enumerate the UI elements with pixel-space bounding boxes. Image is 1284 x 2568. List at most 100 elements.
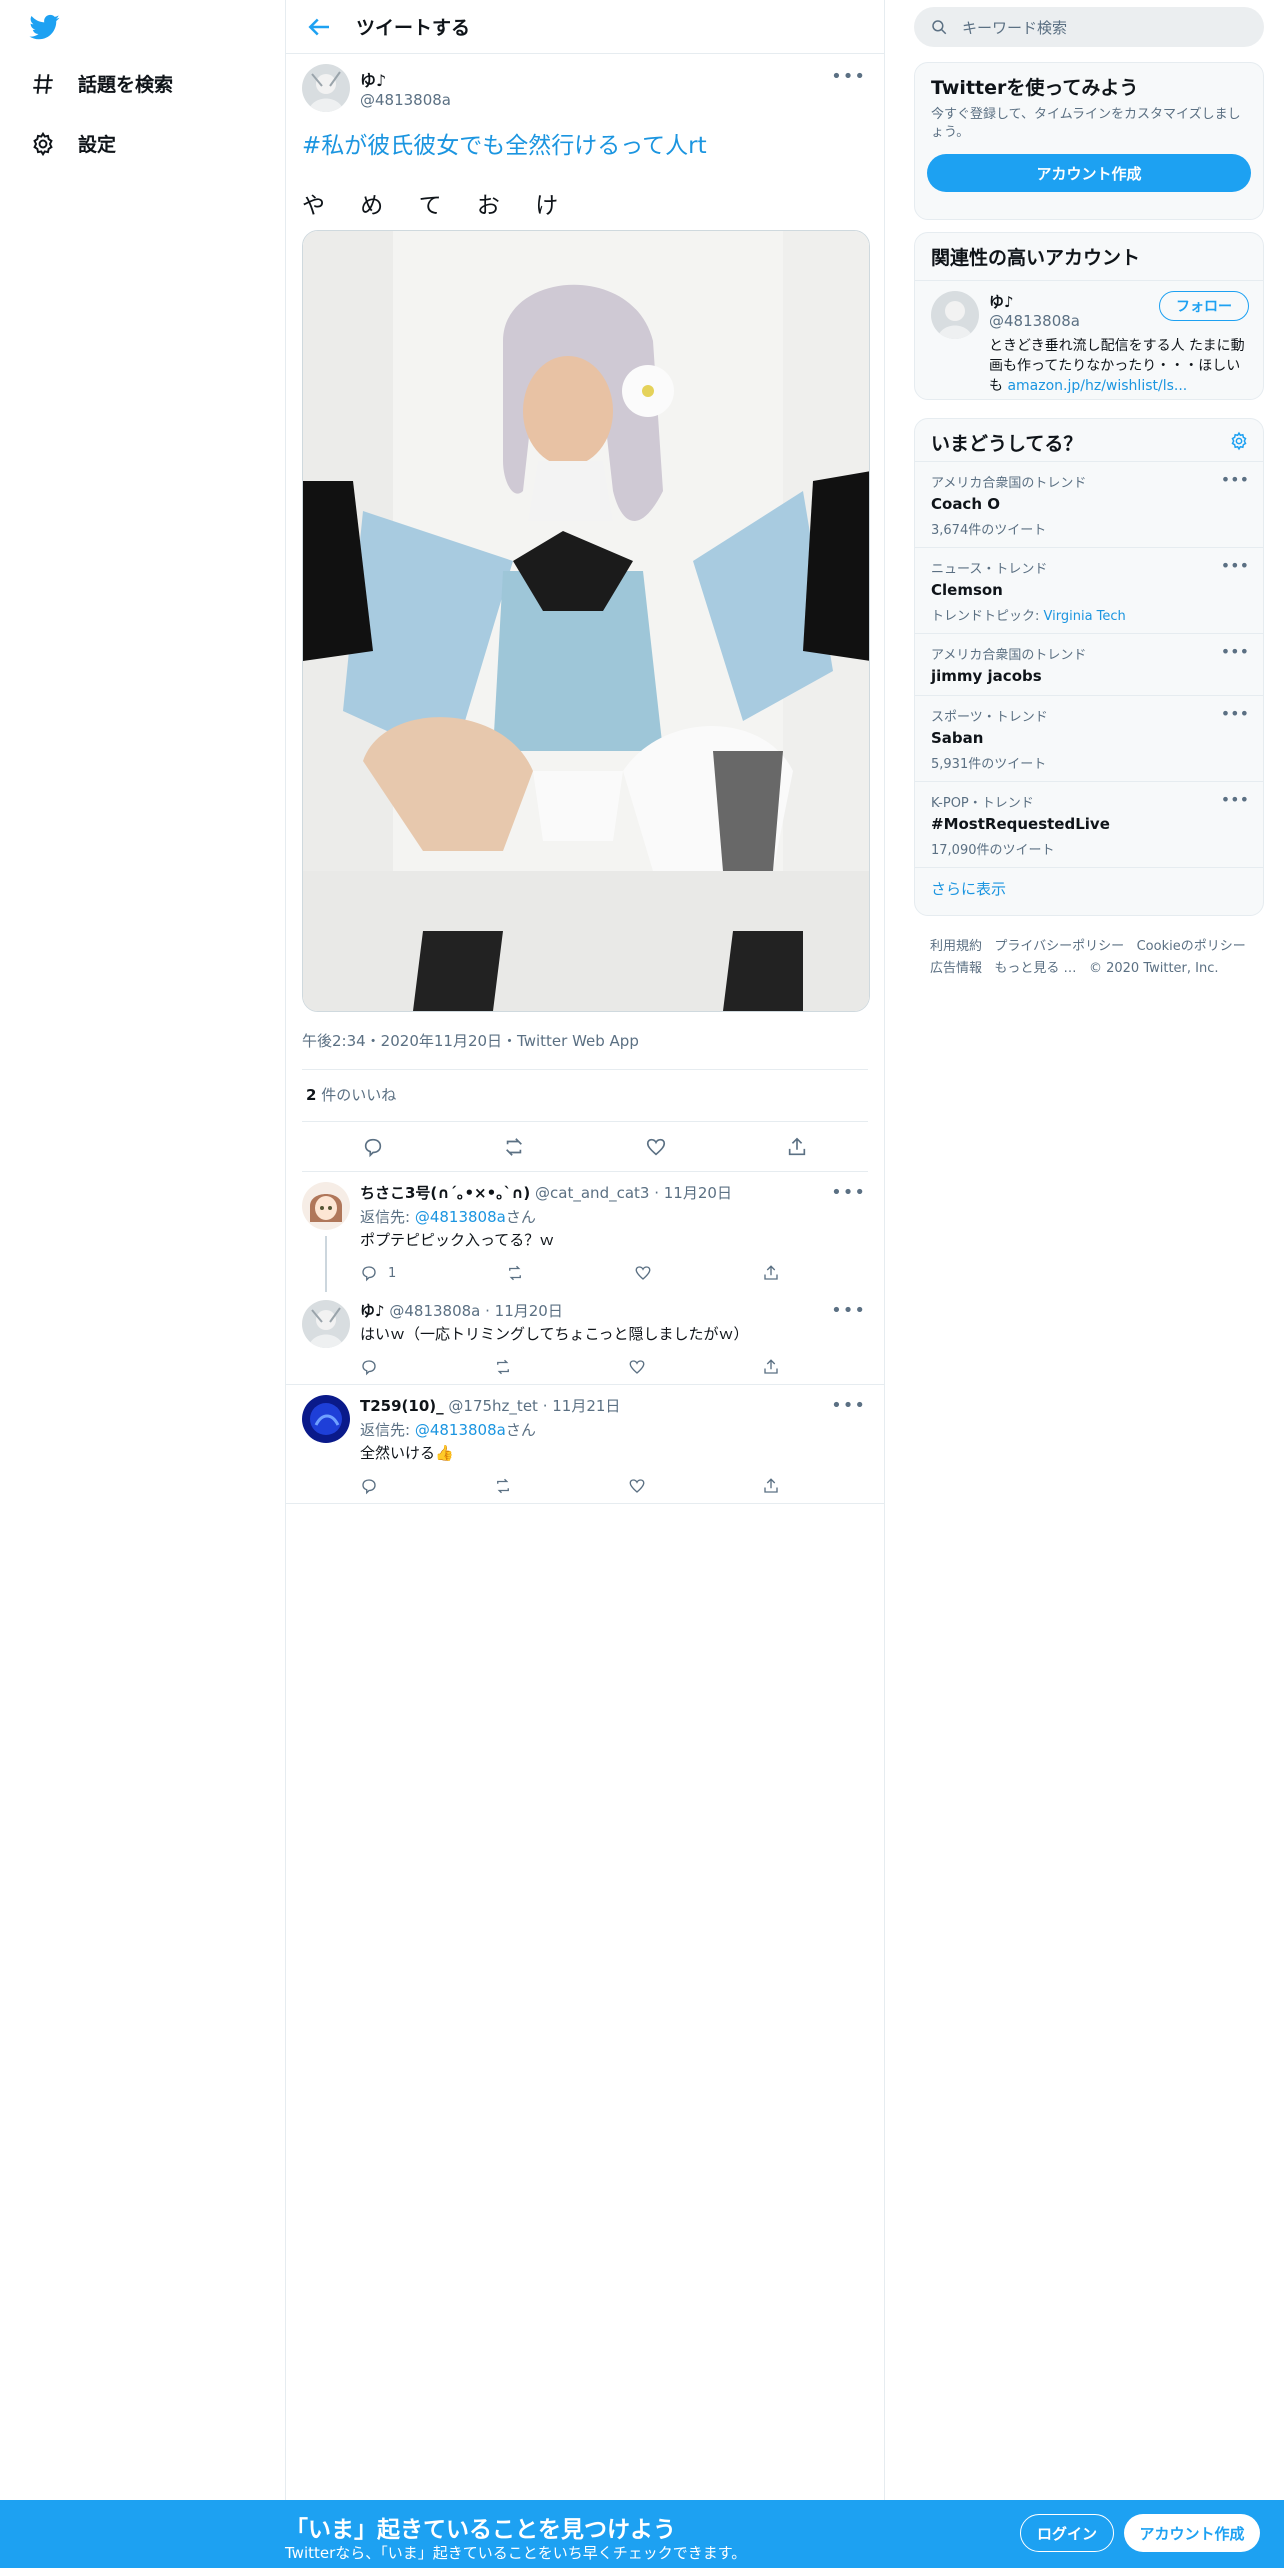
trend-meta-link[interactable]: Virginia Tech bbox=[1044, 609, 1126, 624]
create-account-button[interactable]: アカウント作成 bbox=[927, 154, 1251, 192]
trend-item[interactable]: アメリカ合衆国のトレンド jimmy jacobs ••• bbox=[915, 633, 1263, 695]
signup-card-subtitle: 今すぐ登録して、タイムラインをカスタマイズしましょう。 bbox=[931, 107, 1241, 140]
bottom-bar-title: 「いま」起きていることを見つけよう bbox=[285, 2517, 676, 2543]
share-icon[interactable] bbox=[786, 1136, 808, 1158]
retweet-button[interactable] bbox=[494, 1477, 512, 1495]
trend-item[interactable]: スポーツ・トレンド Saban 5,931件のツイート ••• bbox=[915, 695, 1263, 781]
tweet-hashtag[interactable]: #私が彼氏彼女でも全然行けるって人rt bbox=[302, 126, 868, 160]
trend-name: #MostRequestedLive bbox=[931, 815, 1110, 833]
gear-icon[interactable] bbox=[1229, 431, 1249, 451]
related-bio-link[interactable]: amazon.jp/hz/wishlist/ls... bbox=[1007, 378, 1187, 394]
like-icon[interactable] bbox=[645, 1136, 667, 1158]
avatar[interactable] bbox=[302, 1395, 350, 1443]
trend-meta-prefix: トレンドトピック: bbox=[931, 609, 1044, 624]
footer-link[interactable]: 広告情報 bbox=[930, 961, 982, 976]
likes-count[interactable]: 2 件のいいね bbox=[302, 1070, 868, 1122]
nav-settings[interactable]: 設定 bbox=[30, 130, 116, 157]
tweet-meta: 午後2:34・2020年11月20日・Twitter Web App bbox=[302, 1030, 868, 1070]
trend-category: アメリカ合衆国のトレンド bbox=[931, 648, 1087, 663]
trend-name: jimmy jacobs bbox=[931, 667, 1042, 685]
reply-button[interactable]: 1 bbox=[360, 1264, 396, 1282]
share-icon bbox=[764, 1478, 778, 1493]
footer-link[interactable]: もっと見る … bbox=[994, 961, 1076, 976]
reply-to-link[interactable]: @4813808a bbox=[415, 1208, 506, 1226]
reply-button[interactable] bbox=[360, 1358, 378, 1376]
reply-to-prefix: 返信先: bbox=[360, 1421, 415, 1439]
related-account[interactable]: ゆ♪ @4813808a ときどき垂れ流し配信をする人 たまに動画も作ってたりな… bbox=[915, 281, 1263, 399]
avatar[interactable] bbox=[931, 291, 979, 339]
reply-tweet[interactable]: ちさこ3号(∩´｡•×•｡`∩) @cat_and_cat3 · 11月20日 … bbox=[286, 1172, 884, 1292]
reply-author-handle[interactable]: @4813808a bbox=[389, 1302, 480, 1320]
trend-name: Clemson bbox=[931, 581, 1003, 599]
footer-links: 利用規約 プライバシーポリシー Cookieのポリシー 広告情報 もっと見る …… bbox=[930, 936, 1260, 980]
reply-button[interactable] bbox=[360, 1477, 378, 1495]
back-arrow-icon[interactable] bbox=[304, 12, 334, 42]
trend-category: K-POP・トレンド bbox=[931, 796, 1034, 811]
hashtag-icon bbox=[33, 73, 53, 94]
more-icon[interactable]: ••• bbox=[831, 1182, 866, 1203]
more-icon[interactable]: ••• bbox=[1221, 704, 1249, 723]
reply-icon[interactable] bbox=[362, 1136, 384, 1158]
reply-header: ゆ♪ @4813808a · 11月20日 bbox=[360, 1302, 563, 1320]
trend-item[interactable]: ニュース・トレンド Clemson トレンドトピック: Virginia Tec… bbox=[915, 547, 1263, 633]
footer-link[interactable]: 利用規約 bbox=[930, 939, 982, 954]
reply-date[interactable]: 11月20日 bbox=[664, 1184, 732, 1202]
retweet-button[interactable] bbox=[494, 1358, 512, 1376]
trend-meta: 17,090件のツイート bbox=[931, 843, 1055, 858]
more-icon[interactable]: ••• bbox=[831, 66, 866, 87]
bottom-bar-subtitle: Twitterなら、「いま」起きていることをいち早くチェックできます。 bbox=[285, 2544, 747, 2562]
author-name[interactable]: ゆ♪ bbox=[360, 67, 451, 91]
more-icon[interactable]: ••• bbox=[1221, 790, 1249, 809]
search-input[interactable]: キーワード検索 bbox=[914, 7, 1264, 47]
avatar[interactable] bbox=[302, 1300, 350, 1348]
tweet-author: ゆ♪ @4813808a ••• bbox=[302, 54, 868, 112]
more-icon[interactable]: ••• bbox=[831, 1300, 866, 1321]
retweet-icon[interactable] bbox=[503, 1136, 525, 1158]
share-button[interactable] bbox=[762, 1358, 780, 1376]
reply-tweet[interactable]: ゆ♪ @4813808a · 11月20日 ••• はいｗ（一応トリミングしてち… bbox=[286, 1290, 884, 1385]
signup-button[interactable]: アカウント作成 bbox=[1124, 2514, 1260, 2552]
reply-author-handle[interactable]: @cat_and_cat3 bbox=[535, 1184, 649, 1202]
reply-date[interactable]: 11月20日 bbox=[495, 1302, 563, 1320]
footer-link[interactable]: Cookieのポリシー bbox=[1137, 939, 1246, 954]
reply-author-handle[interactable]: @175hz_tet bbox=[448, 1397, 538, 1415]
login-button[interactable]: ログイン bbox=[1020, 2514, 1114, 2552]
tweet-photo[interactable] bbox=[302, 230, 870, 1012]
share-icon bbox=[764, 1265, 778, 1280]
retweet-button[interactable] bbox=[506, 1264, 524, 1282]
more-icon[interactable]: ••• bbox=[1221, 556, 1249, 575]
trend-name: Saban bbox=[931, 729, 984, 747]
reply-date[interactable]: 11月21日 bbox=[552, 1397, 620, 1415]
avatar[interactable] bbox=[302, 1182, 350, 1230]
more-icon[interactable]: ••• bbox=[831, 1395, 866, 1416]
reply-icon bbox=[362, 1479, 376, 1495]
reply-to-link[interactable]: @4813808a bbox=[415, 1421, 506, 1439]
show-more-label: さらに表示 bbox=[931, 880, 1007, 898]
reply-count: 1 bbox=[388, 1265, 397, 1281]
share-button[interactable] bbox=[762, 1477, 780, 1495]
share-button[interactable] bbox=[762, 1264, 780, 1282]
trend-category: スポーツ・トレンド bbox=[931, 710, 1048, 725]
tweet-actions bbox=[302, 1122, 868, 1172]
show-more-link[interactable]: さらに表示 bbox=[915, 867, 1263, 915]
reply-tweet[interactable]: T259(10)_ @175hz_tet · 11月21日 ••• 返信先: @… bbox=[286, 1385, 884, 1504]
avatar[interactable] bbox=[302, 64, 350, 112]
twitter-logo-icon[interactable] bbox=[28, 12, 62, 42]
reply-author-name[interactable]: ちさこ3号(∩´｡•×•｡`∩) bbox=[360, 1184, 530, 1202]
like-button[interactable] bbox=[628, 1358, 646, 1376]
reply-actions bbox=[360, 1477, 780, 1495]
author-handle[interactable]: @4813808a bbox=[360, 91, 451, 109]
more-icon[interactable]: ••• bbox=[1221, 470, 1249, 489]
reply-author-name[interactable]: T259(10)_ bbox=[360, 1397, 444, 1415]
like-button[interactable] bbox=[628, 1477, 646, 1495]
trend-item[interactable]: K-POP・トレンド #MostRequestedLive 17,090件のツイ… bbox=[915, 781, 1263, 867]
trend-item[interactable]: アメリカ合衆国のトレンド Coach O 3,674件のツイート ••• bbox=[915, 461, 1263, 547]
footer-link[interactable]: プライバシーポリシー bbox=[994, 939, 1124, 954]
nav-explore[interactable]: 話題を検索 bbox=[30, 70, 173, 97]
reply-author-name[interactable]: ゆ♪ bbox=[360, 1302, 385, 1320]
like-button[interactable] bbox=[634, 1264, 652, 1282]
follow-button[interactable]: フォロー bbox=[1159, 291, 1249, 321]
main-column: ツイートする ゆ♪ @4813808a ••• #私が彼氏彼女でも全然行けるって… bbox=[285, 0, 885, 2500]
more-icon[interactable]: ••• bbox=[1221, 642, 1249, 661]
trend-meta: トレンドトピック: Virginia Tech bbox=[931, 605, 1247, 624]
